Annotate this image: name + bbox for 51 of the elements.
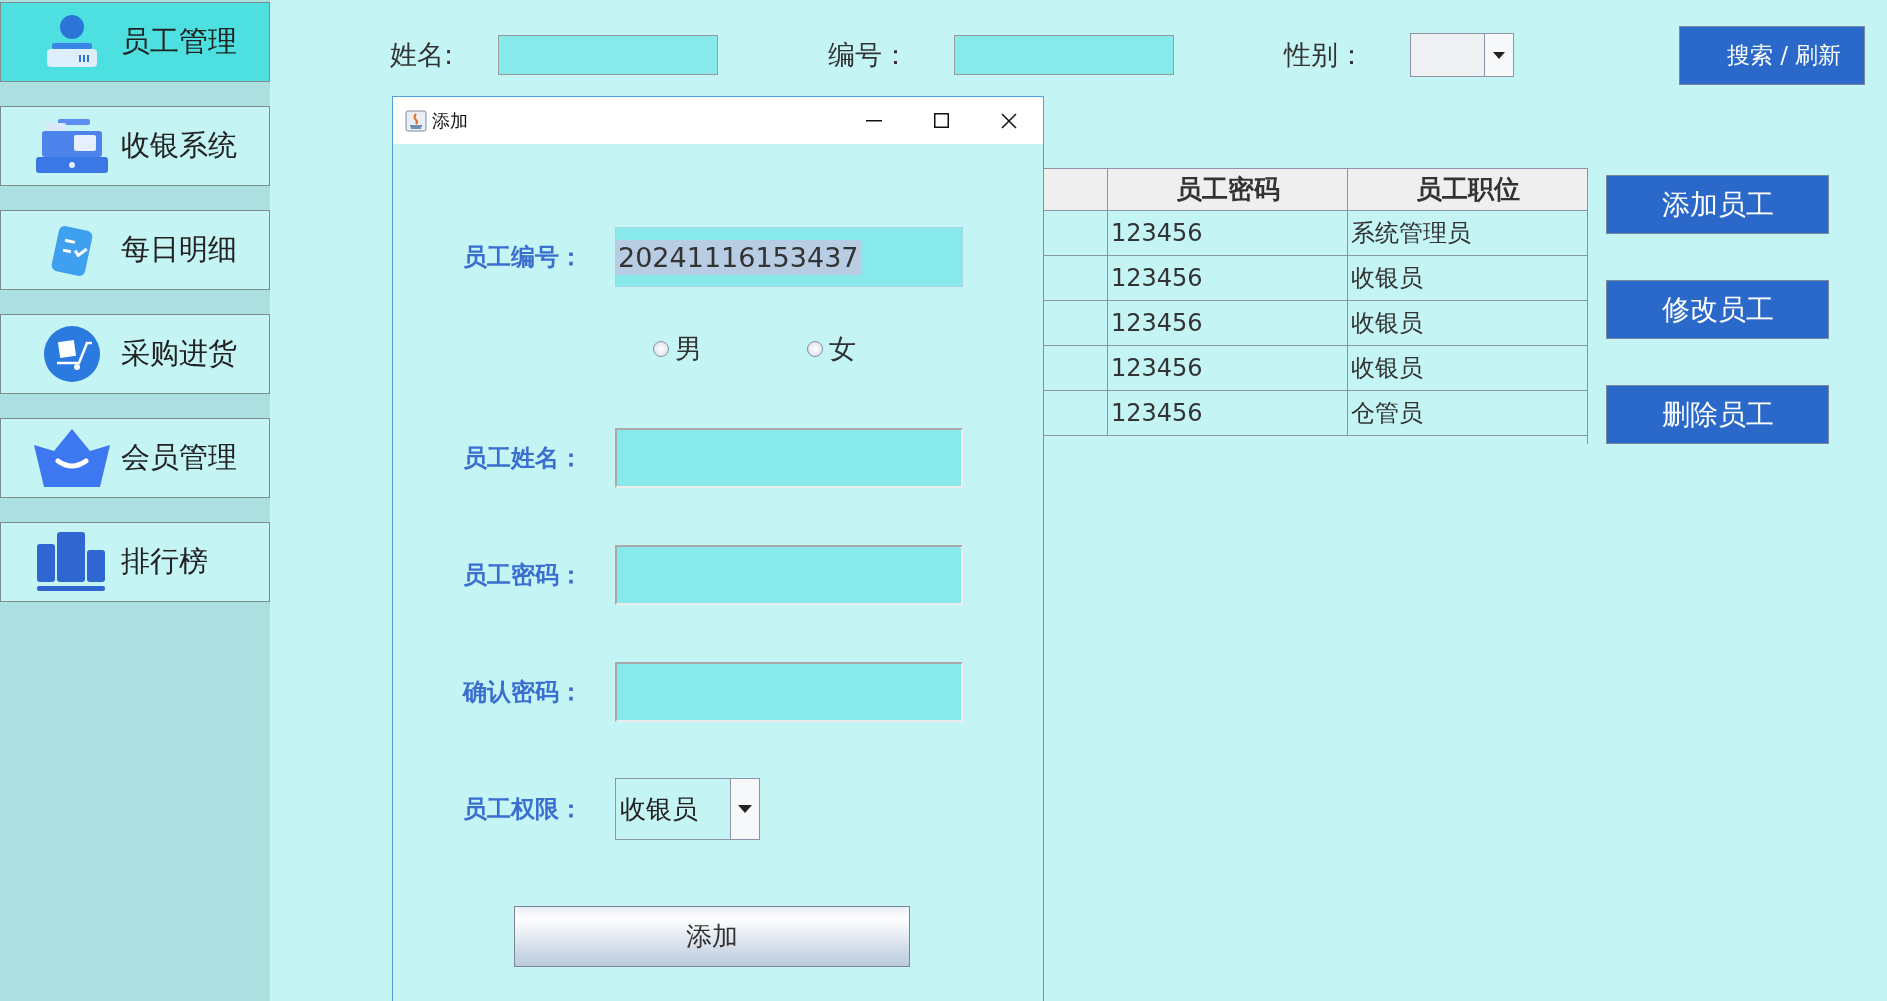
- caret-icon: [738, 805, 752, 813]
- table-cell: 仓管员: [1347, 391, 1587, 435]
- radio-option[interactable]: 男: [653, 331, 702, 367]
- column-header[interactable]: 员工职位: [1347, 169, 1587, 210]
- input-field[interactable]: [498, 35, 719, 75]
- search-button[interactable]: 搜索 / 刷新: [1679, 25, 1866, 85]
- maximize-icon[interactable]: [934, 113, 949, 128]
- table-cell: 123456: [1107, 211, 1347, 255]
- cash-register-icon: [34, 117, 110, 175]
- sidebar-item[interactable]: 每日明细: [0, 210, 270, 290]
- input-field[interactable]: [615, 428, 963, 488]
- action-button[interactable]: 修改员工: [1606, 280, 1829, 339]
- role-dropdown[interactable]: 收银员: [615, 778, 760, 840]
- table-cell: 123456: [1107, 256, 1347, 300]
- input-field[interactable]: [615, 662, 963, 722]
- field-label: 确认密码：: [463, 677, 584, 708]
- table-cell: 收银员: [1347, 346, 1587, 390]
- hand-truck-icon: [43, 325, 101, 383]
- field-label: 姓名:: [390, 38, 454, 72]
- input-field[interactable]: [615, 545, 963, 605]
- input-field[interactable]: 20241116153437: [615, 227, 963, 287]
- action-button[interactable]: 添加员工: [1606, 175, 1829, 234]
- minimize-icon[interactable]: [866, 119, 882, 122]
- field-label: 员工姓名：: [463, 443, 584, 474]
- table-cell: 系统管理员: [1347, 211, 1587, 255]
- table-cell: 收银员: [1347, 301, 1587, 345]
- input-field[interactable]: [954, 35, 1175, 75]
- column-header[interactable]: 员工密码: [1107, 169, 1347, 210]
- sidebar-item[interactable]: 员工管理: [0, 2, 270, 82]
- action-button[interactable]: 删除员工: [1606, 385, 1829, 444]
- sidebar-item[interactable]: 排行榜: [0, 522, 270, 602]
- field-label: 员工编号：: [463, 242, 584, 273]
- close-icon[interactable]: [1001, 112, 1017, 129]
- gender-dropdown[interactable]: [1410, 33, 1515, 77]
- table-cell: 收银员: [1347, 256, 1587, 300]
- field-label: 员工密码：: [463, 560, 584, 591]
- sidebar-item[interactable]: 收银系统: [0, 106, 270, 186]
- radio-option[interactable]: 女: [807, 331, 856, 367]
- add-button[interactable]: 添加: [514, 906, 910, 967]
- app-icon: [405, 109, 427, 132]
- field-label: 编号：: [828, 38, 910, 72]
- field-label: 员工权限：: [463, 794, 584, 825]
- sidebar-item[interactable]: 会员管理: [0, 418, 270, 498]
- caret-icon: [1493, 51, 1506, 59]
- sidebar-item[interactable]: 采购进货: [0, 314, 270, 394]
- table-cell: 123456: [1107, 301, 1347, 345]
- field-label: 性别：: [1284, 38, 1366, 72]
- crown-icon: [32, 427, 112, 489]
- window-title: 添加: [432, 108, 468, 133]
- table-cell: 123456: [1107, 391, 1347, 435]
- table-cell: 123456: [1107, 346, 1347, 390]
